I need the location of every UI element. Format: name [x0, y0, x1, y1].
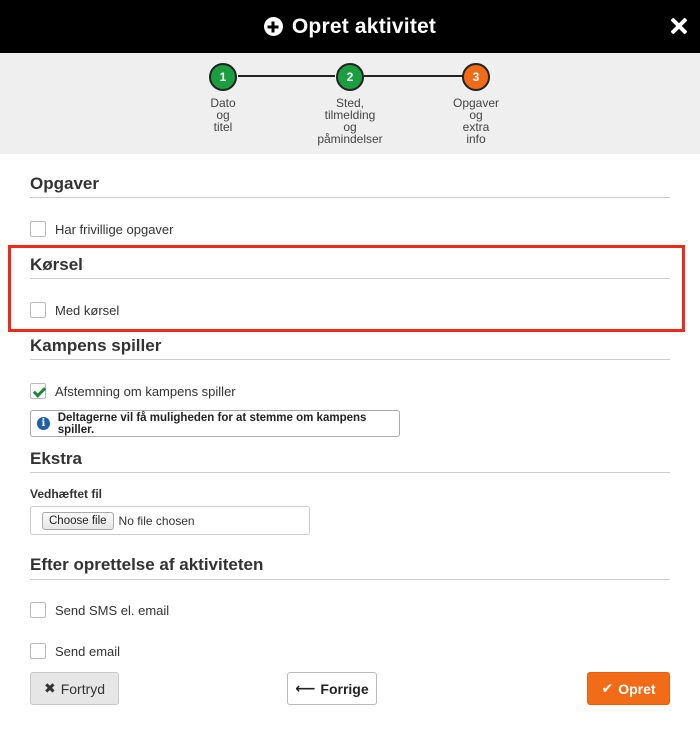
send-sms-checkbox[interactable]	[30, 602, 46, 618]
close-icon[interactable]	[668, 15, 690, 37]
file-input[interactable]: Choose file No file chosen	[30, 506, 310, 535]
send-email-label[interactable]: Send email	[55, 644, 120, 659]
file-field-label: Vedhæftet fil	[30, 487, 103, 501]
wizard-stepper: 1 Dato og titel 2 Sted, tilmelding og på…	[0, 53, 700, 154]
info-text: Deltagerne vil få muligheden for at stem…	[57, 411, 367, 436]
modal-header: Opret aktivitet	[0, 0, 700, 53]
step-2-label: Sted, tilmelding og påmindelser	[295, 97, 405, 145]
section-divider	[30, 359, 670, 360]
section-divider	[30, 278, 670, 279]
section-divider	[30, 472, 670, 473]
afstemning-checkbox[interactable]	[30, 383, 46, 399]
section-divider	[30, 197, 670, 198]
info-box: i Deltagerne vil få muligheden for at st…	[30, 410, 400, 437]
afstemning-label[interactable]: Afstemning om kampens spiller	[55, 384, 236, 399]
frivillige-opgaver-label[interactable]: Har frivillige opgaver	[55, 222, 174, 237]
checkbox-row-frivillige-opgaver: Har frivillige opgaver	[30, 220, 174, 238]
section-title-ekstra: Ekstra	[30, 449, 82, 468]
modal-title-wrap: Opret aktivitet	[0, 0, 700, 53]
checkbox-row-afstemning: Afstemning om kampens spiller	[30, 382, 236, 400]
arrow-left-icon: ⟵	[295, 680, 316, 696]
med-korsel-checkbox[interactable]	[30, 302, 46, 318]
send-sms-label[interactable]: Send SMS el. email	[55, 603, 169, 618]
step-2[interactable]: 2 Sted, tilmelding og påmindelser	[295, 63, 405, 145]
step-1-label: Dato og titel	[168, 97, 278, 133]
section-title-opgaver: Opgaver	[30, 174, 99, 193]
frivillige-opgaver-checkbox[interactable]	[30, 221, 46, 237]
check-icon: ✔	[601, 680, 614, 696]
step-3[interactable]: 3 Opgaver og extra info	[421, 63, 531, 145]
plus-circle-icon	[263, 17, 283, 36]
checkbox-row-send-sms: Send SMS el. email	[30, 601, 169, 619]
step-label-line: påmindelser	[317, 132, 383, 146]
checkbox-row-send-email: Send email	[30, 642, 120, 660]
info-icon: i	[37, 417, 50, 430]
no-file-text: No file chosen	[118, 513, 195, 528]
section-divider	[30, 579, 670, 580]
x-icon: ✖	[43, 680, 56, 696]
checkbox-row-med-korsel: Med kørsel	[30, 301, 119, 319]
previous-button-label: Forrige	[320, 680, 369, 697]
step-1[interactable]: 1 Dato og titel	[168, 63, 278, 133]
step-2-circle: 2	[336, 63, 364, 91]
create-button[interactable]: ✔ Opret	[587, 672, 670, 705]
step-3-label: Opgaver og extra info	[421, 97, 531, 145]
section-title-korsel: Kørsel	[30, 255, 83, 274]
step-1-circle: 1	[209, 63, 237, 91]
send-email-checkbox[interactable]	[30, 643, 46, 659]
choose-file-button[interactable]: Choose file	[42, 511, 114, 530]
step-label-line: titel	[213, 120, 233, 134]
section-title-efter-oprettelse: Efter oprettelse af aktiviteten	[30, 555, 264, 574]
section-title-kampens-spiller: Kampens spiller	[30, 336, 162, 355]
step-label-line: info	[466, 132, 486, 146]
create-button-label: Opret	[618, 680, 656, 697]
med-korsel-label[interactable]: Med kørsel	[55, 303, 119, 318]
step-3-circle: 3	[462, 63, 490, 91]
cancel-button[interactable]: ✖ Fortryd	[30, 672, 119, 705]
cancel-button-label: Fortryd	[60, 680, 106, 697]
modal-title: Opret aktivitet	[291, 14, 437, 38]
previous-button[interactable]: ⟵ Forrige	[287, 672, 377, 705]
